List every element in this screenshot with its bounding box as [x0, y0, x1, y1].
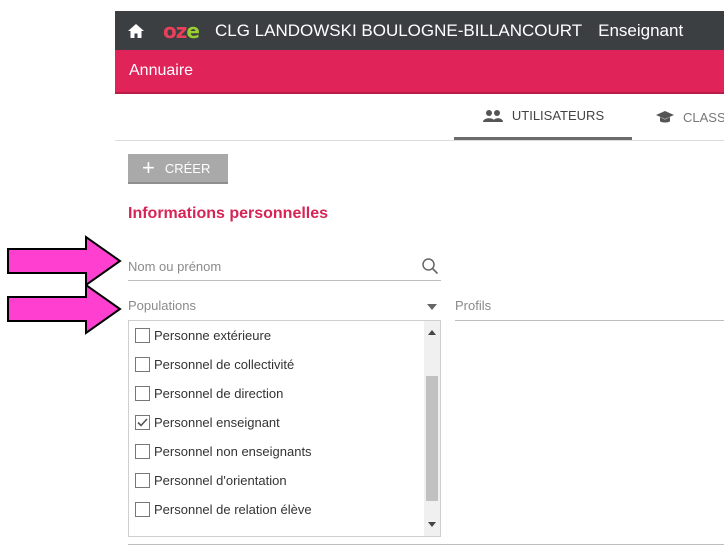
module-title: Annuaire [129, 62, 194, 79]
check-icon [137, 418, 148, 427]
checkbox[interactable] [135, 502, 150, 517]
checkbox[interactable] [135, 328, 150, 343]
annotation-arrow-icon [7, 235, 122, 287]
checkbox-checked[interactable] [135, 415, 150, 430]
checkbox[interactable] [135, 386, 150, 401]
plus-icon: + [142, 155, 155, 180]
list-item[interactable]: Personnel de direction [129, 379, 425, 408]
home-icon[interactable] [125, 20, 147, 42]
oze-logo[interactable]: oze [163, 19, 200, 43]
users-icon [482, 109, 503, 122]
tab-classes[interactable]: CLASS [655, 94, 724, 140]
checkbox[interactable] [135, 444, 150, 459]
profils-select[interactable]: Profils [455, 298, 724, 321]
create-button-label: CRÉER [164, 160, 211, 176]
scroll-down-icon[interactable] [428, 522, 436, 527]
tab-classes-label: CLASS [683, 109, 724, 125]
tabs-bar: UTILISATEURS CLASS [115, 94, 724, 141]
list-item[interactable]: Personne extérieure [129, 321, 425, 350]
list-item[interactable]: Personnel enseignant [129, 408, 425, 437]
tab-users[interactable]: UTILISATEURS [454, 94, 632, 140]
create-button[interactable]: + CRÉER [128, 154, 228, 184]
profils-placeholder: Profils [455, 298, 492, 313]
populations-dropdown: Personne extérieure Personnel de collect… [128, 320, 441, 537]
chevron-down-icon [427, 304, 437, 310]
checkbox[interactable] [135, 473, 150, 488]
annotation-arrow-icon [7, 283, 122, 335]
school-name[interactable]: CLG LANDOWSKI BOULOGNE-BILLANCOURT [215, 21, 582, 41]
tab-users-label: UTILISATEURS [511, 108, 605, 123]
checkbox[interactable] [135, 357, 150, 372]
populations-select[interactable]: Populations [128, 298, 441, 321]
list-item[interactable]: Personnel de collectivité [129, 350, 425, 379]
scrollbar-thumb[interactable] [426, 376, 438, 501]
populations-placeholder: Populations [128, 298, 196, 313]
top-bar: oze CLG LANDOWSKI BOULOGNE-BILLANCOURT E… [115, 11, 724, 50]
scrollbar[interactable] [424, 321, 440, 536]
search-input[interactable] [128, 254, 408, 278]
scroll-up-icon[interactable] [428, 330, 436, 335]
section-title: Informations personnelles [128, 205, 329, 222]
user-role[interactable]: Enseignant [598, 21, 683, 41]
divider [128, 544, 724, 545]
list-item[interactable]: Personnel d'orientation [129, 466, 425, 495]
search-field [128, 254, 441, 281]
search-icon[interactable] [421, 257, 439, 275]
graduation-cap-icon [656, 111, 674, 123]
module-bar: Annuaire [115, 50, 724, 94]
list-item[interactable]: Personnel non enseignants [129, 437, 425, 466]
list-item[interactable]: Personnel de relation élève [129, 495, 425, 524]
